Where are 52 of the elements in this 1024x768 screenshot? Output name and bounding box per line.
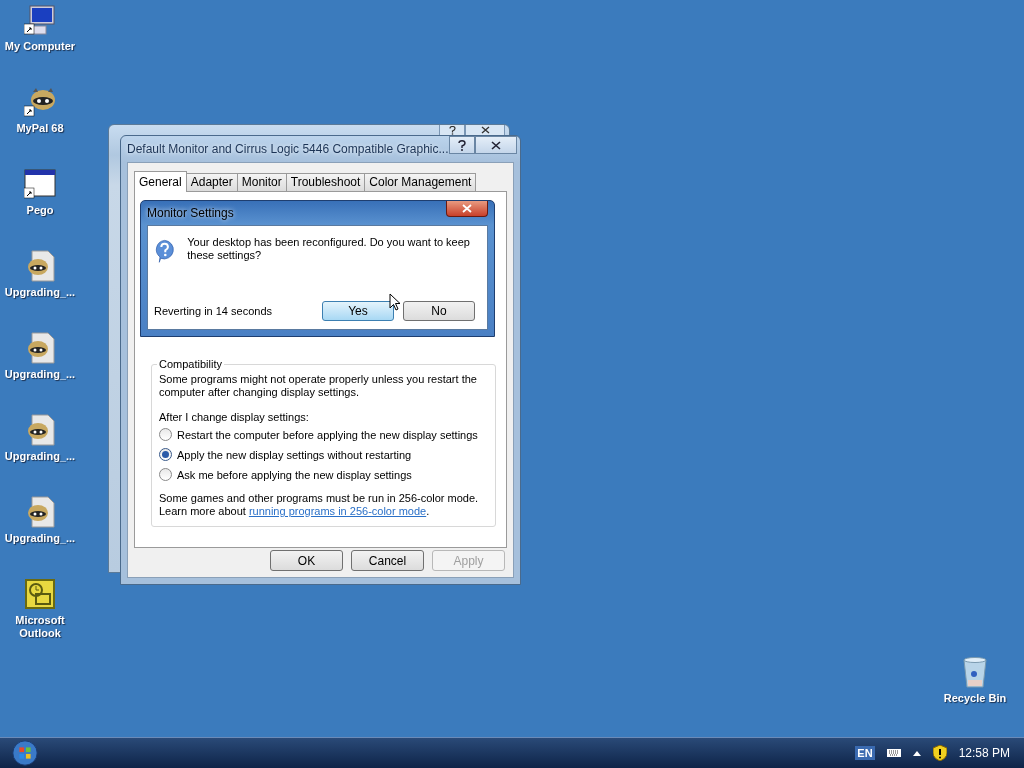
help-button[interactable] (448, 136, 475, 154)
group-title: Compatibility (158, 358, 223, 370)
countdown-text: Reverting in 14 seconds (154, 305, 272, 317)
icon-label: Upgrading_... (3, 286, 77, 299)
icon-label: My Computer (3, 40, 77, 53)
tab[interactable]: Troubleshoot (285, 173, 366, 191)
dialog-button[interactable]: No (403, 301, 475, 321)
tab[interactable]: Adapter (185, 173, 238, 191)
keyboard-icon[interactable] (886, 749, 901, 757)
close-icon (462, 204, 472, 213)
prompt-text: After I change display settings: (159, 411, 310, 424)
tab[interactable]: Monitor (236, 173, 287, 191)
window-title: Default Monitor and Cirrus Logic 5446 Compatible Graphic... (127, 142, 449, 156)
help-icon (457, 139, 466, 151)
dialog-button[interactable]: Yes (322, 301, 394, 321)
intro-text: Some programs might not operate properly unless you restart the computer after changing display settings. (159, 373, 478, 399)
icon-label: Upgrading_... (3, 368, 77, 381)
help-icon (448, 125, 456, 135)
radio-label[interactable]: Apply the new display settings without restarting (177, 448, 412, 461)
icon-label: Microsoft Outlook (14, 614, 66, 640)
radio-label[interactable]: Restart the computer before applying the new display settings (177, 428, 478, 441)
dialog-button[interactable]: OK (270, 550, 343, 571)
tab[interactable]: Color Management (364, 173, 477, 191)
icon-label: Pego (25, 204, 55, 217)
icon-label: Upgrading_... (3, 532, 77, 545)
outlook-icon[interactable] (24, 578, 56, 610)
close-button[interactable] (474, 136, 517, 154)
dialog-button[interactable]: Cancel (351, 550, 424, 571)
show-hidden-icons-icon[interactable] (912, 750, 921, 756)
language-indicator[interactable]: EN (855, 746, 875, 760)
window-icon[interactable] (24, 168, 56, 200)
tab[interactable]: General (134, 171, 187, 192)
close-button[interactable] (446, 201, 488, 217)
radio-button[interactable] (159, 448, 172, 461)
icon-label: Recycle Bin (942, 692, 1008, 705)
clock[interactable]: 12:58 PM (958, 746, 1010, 760)
close-icon (490, 140, 501, 150)
pointer-icon (389, 293, 401, 311)
close-icon (480, 126, 490, 134)
computer-icon[interactable] (24, 4, 56, 36)
radio-label[interactable]: Ask me before applying the new display settings (177, 468, 412, 481)
shield-icon[interactable] (932, 745, 947, 761)
raccoon-icon[interactable] (24, 86, 56, 118)
icon-label: MyPal 68 (15, 122, 65, 135)
help-link[interactable]: running programs in 256-color mode (248, 505, 427, 517)
dialog-message: Your desktop has been reconfigured. Do you want to keep these settings? (187, 236, 471, 263)
note-text: Some games and other programs must be run in 256-color mode. Learn more about running programs in 256-color mode. (159, 492, 480, 518)
start-button[interactable] (11, 739, 39, 767)
dialog-title: Monitor Settings (147, 206, 234, 220)
radio-button[interactable] (159, 468, 172, 481)
icon-label: Upgrading_... (3, 450, 77, 463)
radio-button[interactable] (159, 428, 172, 441)
